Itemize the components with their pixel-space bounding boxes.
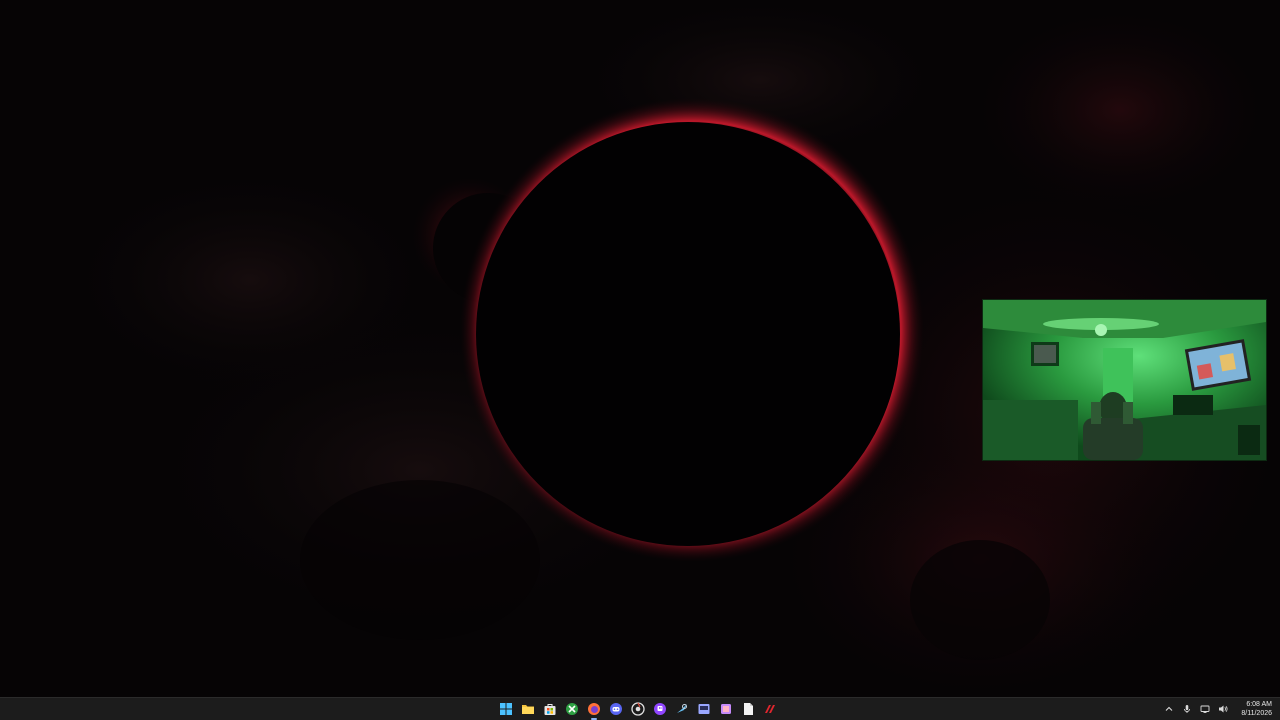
discord-button[interactable] <box>607 700 625 718</box>
app-icon <box>697 702 711 716</box>
network-icon[interactable] <box>1199 703 1211 715</box>
chevron-up-icon[interactable] <box>1163 703 1175 715</box>
app-icon <box>719 702 733 716</box>
firefox-icon <box>587 702 601 716</box>
volume-icon[interactable] <box>1217 703 1229 715</box>
webcam-feed-image <box>983 300 1266 460</box>
twitch-icon <box>653 702 667 716</box>
discord-icon <box>609 702 623 716</box>
twitch-button[interactable] <box>651 700 669 718</box>
steam-button[interactable] <box>673 700 691 718</box>
clock-date: 8/11/2026 <box>1241 710 1272 717</box>
app-button-2[interactable] <box>717 700 735 718</box>
start-button[interactable] <box>497 700 515 718</box>
windows-start-icon <box>499 702 513 716</box>
system-tray: 6:08 AM 8/11/2026 <box>1163 698 1272 720</box>
xbox-button[interactable] <box>563 700 581 718</box>
desktop[interactable] <box>0 0 1280 697</box>
afterburner-icon <box>763 702 777 716</box>
chrome-button[interactable] <box>629 700 647 718</box>
app-button-1[interactable] <box>695 700 713 718</box>
taskbar: 6:08 AM 8/11/2026 <box>0 697 1280 720</box>
document-icon <box>741 702 755 716</box>
steam-icon <box>675 702 689 716</box>
clock-time: 6:08 AM <box>1246 701 1272 708</box>
webcam-overlay <box>982 299 1267 461</box>
microsoft-store-button[interactable] <box>541 700 559 718</box>
microphone-icon[interactable] <box>1181 703 1193 715</box>
folder-icon <box>521 702 535 716</box>
firefox-button[interactable] <box>585 700 603 720</box>
file-explorer-button[interactable] <box>519 700 537 718</box>
msi-afterburner-button[interactable] <box>761 700 779 718</box>
xbox-icon <box>565 702 579 716</box>
chrome-icon <box>631 702 645 716</box>
notepad-button[interactable] <box>739 700 757 718</box>
taskbar-pinned-apps <box>497 698 779 720</box>
store-icon <box>543 702 557 716</box>
clock[interactable]: 6:08 AM 8/11/2026 <box>1241 700 1272 718</box>
